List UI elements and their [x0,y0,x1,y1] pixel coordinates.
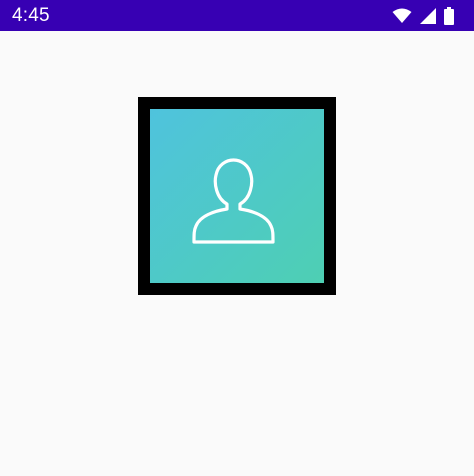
status-icons [392,0,454,31]
avatar-image [150,109,324,283]
battery-icon [444,6,454,25]
person-icon [187,146,287,246]
cellular-signal-icon [420,7,436,24]
status-bar: 4:45 [0,0,474,31]
status-time: 4:45 [12,5,50,26]
avatar-frame[interactable] [138,97,336,295]
main-content [0,31,474,476]
wifi-icon [392,8,412,24]
